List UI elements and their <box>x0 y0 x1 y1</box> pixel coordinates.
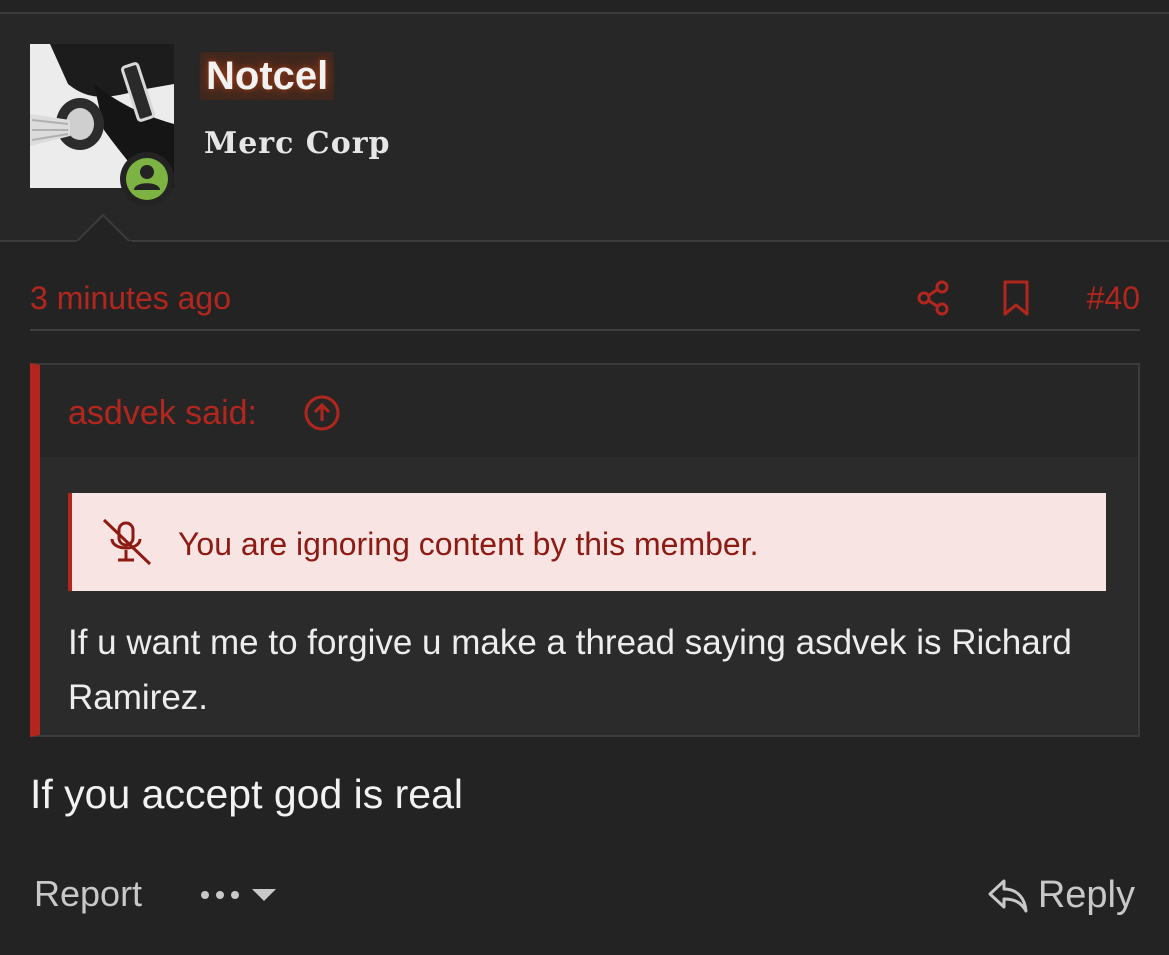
microphone-slash-icon <box>102 518 152 566</box>
quote-header: asdvek said: <box>40 365 1138 457</box>
reply-icon <box>988 879 1028 913</box>
chevron-down-icon <box>252 889 276 901</box>
meta-divider <box>30 329 1140 331</box>
post-body: If you accept god is real <box>30 771 464 817</box>
ignored-notice-text: You are ignoring content by this member. <box>178 526 759 562</box>
quote-author[interactable]: asdvek said: <box>68 393 257 433</box>
quote-block: asdvek said: You are ignoring content by… <box>30 363 1140 737</box>
report-link[interactable]: Report <box>34 872 142 916</box>
arrow-circle-up-icon[interactable] <box>302 393 342 433</box>
reply-label: Reply <box>1037 874 1135 916</box>
header-divider <box>0 240 1169 242</box>
share-icon[interactable] <box>914 278 954 318</box>
post-number[interactable]: #40 <box>1087 278 1140 318</box>
bookmark-icon[interactable] <box>996 278 1036 318</box>
ellipsis-icon <box>201 891 239 899</box>
reply-button[interactable]: Reply <box>986 872 1135 918</box>
quote-body: If u want me to forgive u make a thread … <box>68 623 1072 717</box>
post-timestamp[interactable]: 3 minutes ago <box>30 278 231 318</box>
ignored-content-notice: You are ignoring content by this member. <box>68 493 1106 591</box>
online-status-badge <box>118 150 176 208</box>
post-meta-row: 3 minutes ago #40 <box>30 270 1140 326</box>
username[interactable]: Notcel <box>200 52 335 100</box>
user-title: Merc Corp <box>204 126 391 161</box>
more-actions-menu[interactable] <box>198 878 282 912</box>
